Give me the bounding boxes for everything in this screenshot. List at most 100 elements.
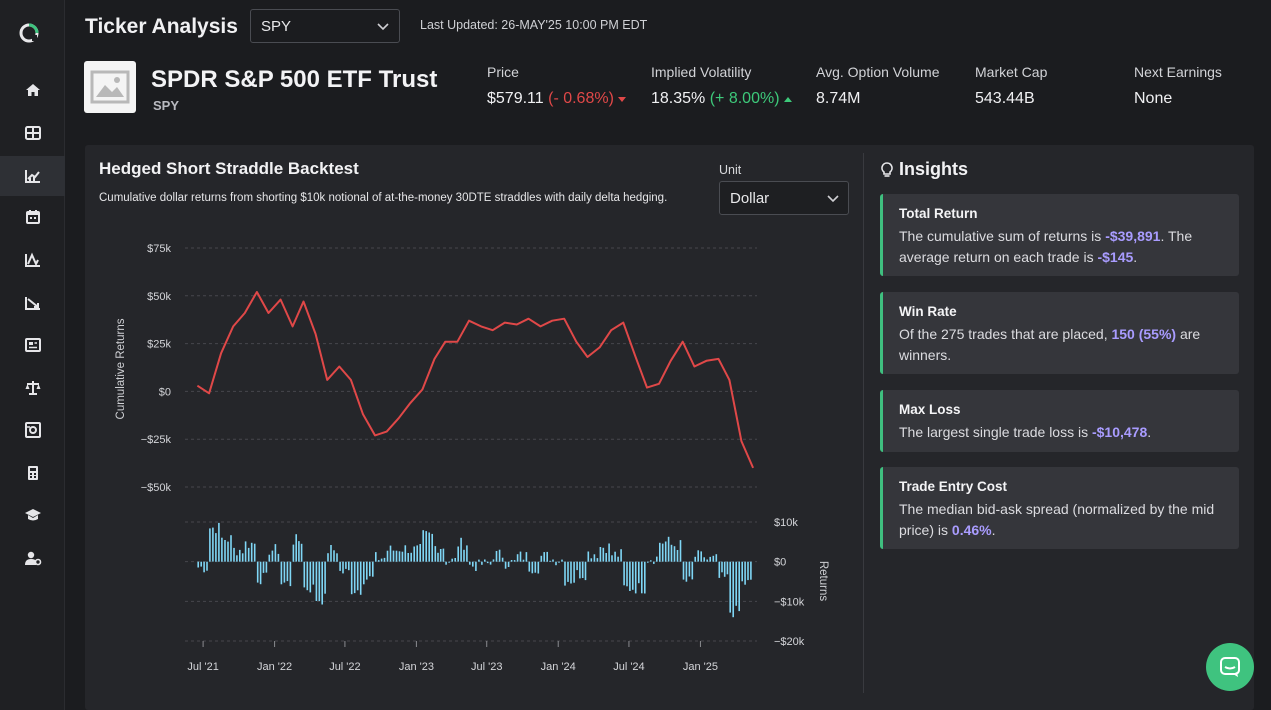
return-bar	[451, 558, 453, 562]
return-bar	[327, 553, 329, 562]
return-bar	[395, 550, 398, 562]
ticker-select-value: SPY	[261, 18, 292, 35]
x-tick-label: Jul '21	[187, 661, 218, 673]
stat-change: (- 0.68%)	[548, 90, 614, 107]
return-bar	[486, 561, 489, 564]
return-bar	[309, 561, 312, 593]
insight-text: Of the 275 trades that are placed,	[899, 326, 1112, 342]
sidebar-item-screener[interactable]	[0, 283, 65, 323]
return-bar	[549, 560, 551, 562]
return-bar	[596, 558, 599, 562]
insight-text: The cumulative sum of returns is	[899, 228, 1106, 244]
return-bar	[460, 537, 462, 562]
sidebar-item-charts[interactable]	[0, 240, 65, 280]
return-bar	[419, 544, 421, 562]
ticker-select[interactable]: SPY	[250, 9, 400, 43]
stat-next-earnings: Next Earnings None	[1134, 64, 1222, 108]
sidebar	[0, 0, 65, 710]
insight-text: .	[991, 522, 996, 538]
return-bar	[581, 561, 584, 578]
return-bar	[605, 553, 607, 562]
return-bar	[321, 561, 323, 605]
insight-text: The largest single trade loss is	[899, 424, 1092, 440]
sidebar-item-news[interactable]	[0, 325, 65, 365]
sidebar-item-home[interactable]	[0, 70, 65, 110]
return-bar	[200, 561, 202, 567]
insight-card-body: The cumulative sum of returns is -$39,89…	[899, 226, 1223, 268]
insights-title: Insights	[881, 159, 968, 180]
return-bar	[324, 561, 326, 594]
return-bar	[212, 527, 214, 562]
return-bar	[330, 545, 332, 562]
return-bar	[356, 561, 359, 591]
sidebar-item-calendar[interactable]	[0, 197, 65, 237]
return-bar	[466, 545, 468, 562]
lightbulb-icon	[881, 161, 893, 177]
return-bar	[679, 540, 682, 562]
unit-select[interactable]: Dollar	[719, 181, 849, 215]
return-bar	[673, 546, 676, 562]
ticker-header: SPDR S&P 500 ETF Trust SPY Price $579.11…	[66, 52, 1271, 136]
return-bar	[558, 561, 560, 563]
return-bar	[634, 561, 637, 594]
return-bar	[481, 561, 483, 565]
sidebar-item-ticker-analysis[interactable]	[0, 156, 65, 196]
return-bar	[723, 561, 726, 577]
return-bar	[366, 561, 368, 580]
return-bar	[641, 561, 643, 594]
app-logo-icon[interactable]	[18, 22, 40, 44]
insight-value: 0.46%	[951, 522, 992, 538]
stat-value: None	[1134, 90, 1173, 107]
x-tick-label: Jul '24	[613, 661, 644, 673]
return-bar	[295, 534, 297, 562]
return-bar	[735, 561, 737, 606]
sidebar-item-compare[interactable]	[0, 368, 65, 408]
insight-card-max-loss: Max Loss The largest single trade loss i…	[880, 390, 1239, 452]
return-bar	[732, 561, 734, 618]
y-tick-label: $50k	[147, 291, 171, 303]
return-bar	[653, 561, 655, 564]
sidebar-item-education[interactable]	[0, 495, 65, 535]
stat-avg-option-volume: Avg. Option Volume 8.74M	[816, 64, 939, 108]
return-bar	[454, 558, 456, 562]
return-bar	[392, 550, 395, 562]
return-bar	[286, 561, 289, 582]
return-bar	[422, 530, 424, 562]
return-bar	[599, 547, 602, 562]
stat-implied-volatility: Implied Volatility 18.35% (+ 8.00%)	[651, 64, 792, 108]
return-bar	[218, 522, 220, 562]
y-tick-label: −$50k	[141, 482, 172, 494]
sidebar-item-account[interactable]	[0, 538, 65, 578]
return-bar	[230, 535, 232, 562]
y-axis-label: Cumulative Returns	[115, 318, 127, 419]
stat-value: 18.35%	[651, 90, 706, 107]
sidebar-item-calculator[interactable]	[0, 453, 65, 493]
insight-value: -$145	[1097, 249, 1134, 265]
return-bar	[576, 561, 578, 571]
insights-title-text: Insights	[899, 159, 969, 179]
return-bar	[268, 554, 271, 562]
return-bar	[463, 549, 465, 562]
return-bar	[661, 543, 664, 562]
return-bar	[525, 552, 528, 562]
return-bar	[489, 561, 492, 565]
return-bar	[425, 531, 427, 562]
return-bar	[375, 552, 377, 562]
y-tick-label: −$25k	[141, 434, 172, 446]
balance-icon	[25, 381, 40, 395]
return-bar	[298, 541, 300, 562]
stat-label: Market Cap	[975, 64, 1048, 80]
y-axis-label: Returns	[817, 561, 829, 602]
sidebar-item-portfolio[interactable]	[0, 410, 65, 450]
y-tick-label: $0	[774, 557, 786, 569]
x-tick-label: Jan '24	[541, 661, 576, 673]
chat-button[interactable]	[1206, 643, 1254, 691]
return-bar	[318, 561, 321, 601]
return-bar	[498, 549, 501, 562]
education-icon	[24, 509, 41, 521]
return-bar	[333, 550, 335, 562]
insight-text: .	[1133, 249, 1138, 265]
sidebar-item-dashboard[interactable]	[0, 113, 65, 153]
return-bar	[478, 559, 480, 562]
return-bar	[407, 553, 409, 562]
